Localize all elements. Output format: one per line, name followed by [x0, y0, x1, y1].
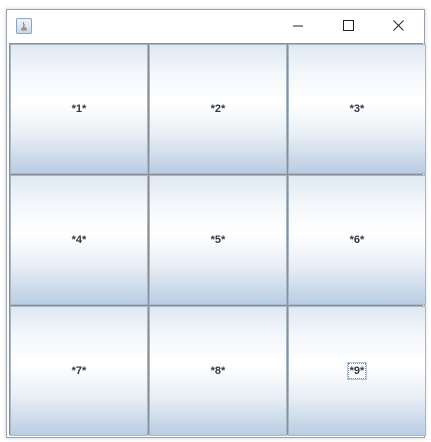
- minimize-button[interactable]: [275, 10, 321, 43]
- app-window: *1* *2* *3* *4* *5* *6* *7* *8* *9*: [6, 9, 426, 438]
- grid-button-4[interactable]: *4*: [10, 175, 148, 305]
- grid-button-label: *7*: [71, 365, 87, 377]
- grid-button-label: *6*: [349, 234, 365, 246]
- grid-button-label: *8*: [210, 365, 226, 377]
- grid-button-3[interactable]: *3*: [288, 44, 426, 174]
- grid-button-7[interactable]: *7*: [10, 306, 148, 436]
- grid-button-9[interactable]: *9*: [288, 306, 426, 436]
- java-app-icon[interactable]: [16, 18, 32, 34]
- maximize-button[interactable]: [325, 10, 371, 43]
- button-grid: *1* *2* *3* *4* *5* *6* *7* *8* *9*: [9, 43, 426, 436]
- grid-button-label: *2*: [210, 103, 226, 115]
- title-bar[interactable]: [7, 10, 424, 43]
- close-button[interactable]: [375, 10, 421, 43]
- grid-button-label: *4*: [71, 234, 87, 246]
- grid-button-8[interactable]: *8*: [149, 306, 287, 436]
- minimize-icon: [292, 18, 304, 36]
- grid-button-1[interactable]: *1*: [10, 44, 148, 174]
- grid-button-label: *3*: [349, 103, 365, 115]
- grid-button-label: *1*: [71, 103, 87, 115]
- grid-button-label: *9*: [346, 362, 368, 380]
- close-icon: [392, 18, 404, 36]
- grid-button-5[interactable]: *5*: [149, 175, 287, 305]
- grid-button-6[interactable]: *6*: [288, 175, 426, 305]
- maximize-icon: [342, 18, 354, 36]
- grid-button-2[interactable]: *2*: [149, 44, 287, 174]
- grid-button-label: *5*: [210, 234, 226, 246]
